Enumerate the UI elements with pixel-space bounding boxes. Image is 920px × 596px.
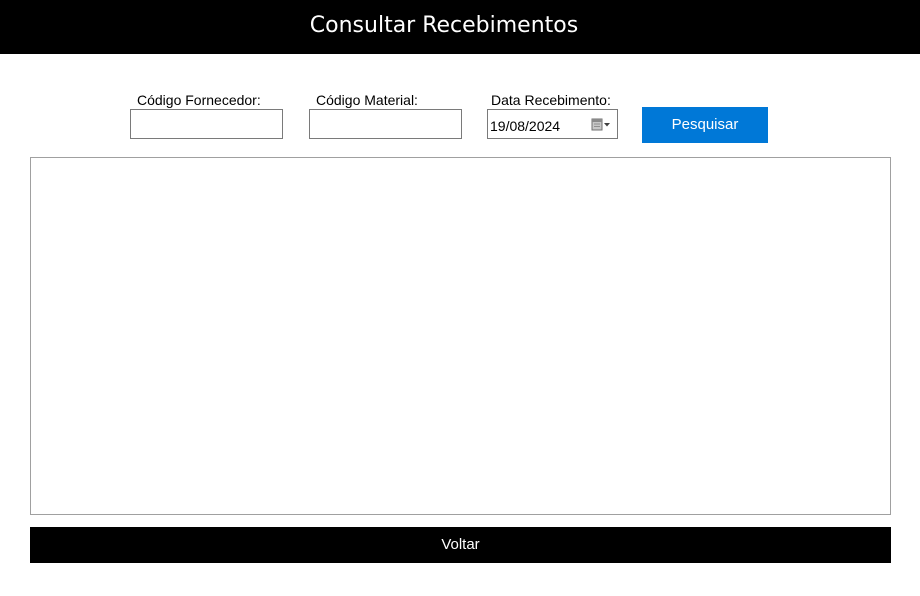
- material-code-input[interactable]: [309, 109, 462, 139]
- title-bar: Consultar Recebimentos: [0, 0, 920, 54]
- receipt-date-picker[interactable]: 19/08/2024: [487, 109, 618, 139]
- back-button[interactable]: Voltar: [30, 527, 891, 563]
- results-grid[interactable]: [30, 157, 891, 515]
- supplier-code-label: Código Fornecedor:: [137, 92, 261, 108]
- receipt-date-label: Data Recebimento:: [491, 92, 611, 108]
- receipt-date-value[interactable]: 19/08/2024: [490, 118, 560, 134]
- material-code-label: Código Material:: [316, 92, 418, 108]
- supplier-code-input[interactable]: [130, 109, 283, 139]
- calendar-dropdown-icon[interactable]: [591, 118, 611, 132]
- search-button[interactable]: Pesquisar: [642, 107, 768, 143]
- page-title: Consultar Recebimentos: [309, 13, 579, 38]
